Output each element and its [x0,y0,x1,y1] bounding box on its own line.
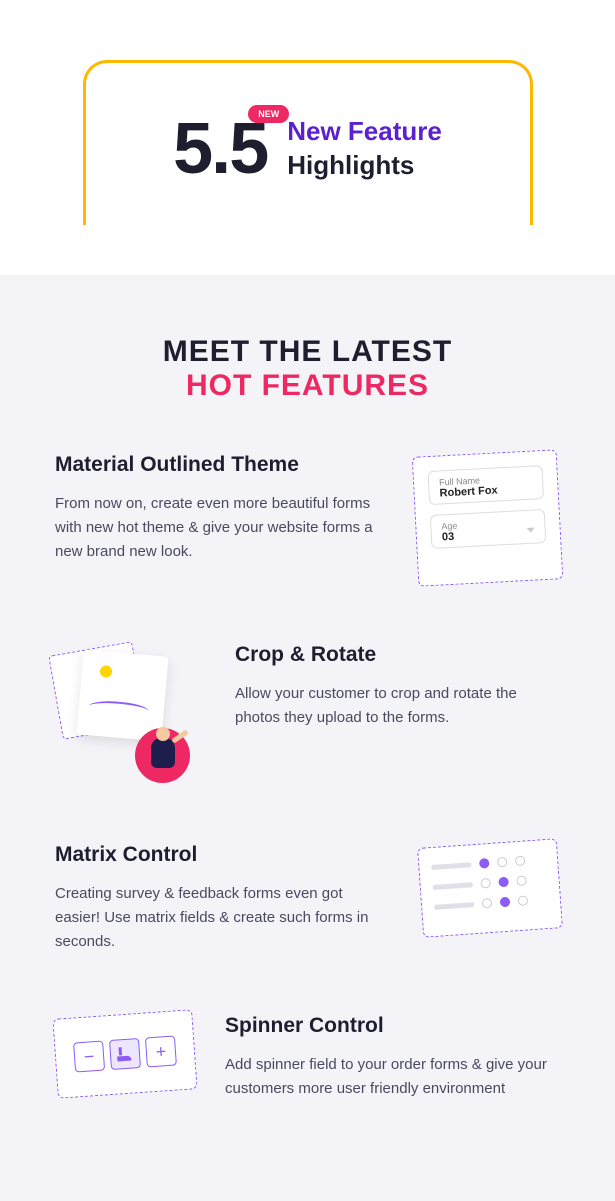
radio-icon [500,897,511,908]
version-wrap: 5.5 NEW [173,113,267,185]
feature-title: Material Outlined Theme [55,453,385,477]
radio-icon [482,898,493,909]
matrix-row [434,894,548,912]
minus-button-icon: − [73,1041,105,1073]
matrix-label-icon [433,882,473,890]
feature-title: Matrix Control [55,843,390,867]
feature-title: Spinner Control [225,1014,560,1038]
matrix-label-icon [434,902,474,910]
person-arm [171,729,189,743]
headline-line1: New Feature [287,115,442,149]
spinner-illustration: − + [52,1009,197,1099]
features-section: MEET THE LATEST HOT FEATURES Material Ou… [0,275,615,1201]
photo-frame-front [76,649,168,741]
shoe-icon [117,1046,134,1061]
feature-desc: Add spinner field to your order forms & … [225,1053,560,1101]
matrix-row [432,874,546,892]
person-icon [135,728,190,783]
form-illustration: Full Name Robert Fox Age 03 [412,449,564,586]
sun-icon [100,665,113,678]
feature-matrix-control: Matrix Control Creating survey & feedbac… [55,843,560,954]
wave-icon [88,699,149,718]
feature-material-theme: Material Outlined Theme From now on, cre… [55,453,560,583]
product-icon [109,1038,141,1070]
hero-section: 5.5 NEW New Feature Highlights [0,0,615,275]
radio-icon [480,878,491,889]
plus-button-icon: + [145,1035,177,1067]
feature-text: Spinner Control Add spinner field to you… [225,1014,560,1101]
version-number: 5.5 [173,113,267,185]
section-subtitle: HOT FEATURES [55,369,560,403]
radio-icon [479,858,490,869]
headline-line2: Highlights [287,149,442,183]
matrix-illustration [417,838,563,938]
chevron-down-icon [527,528,535,533]
radio-icon [498,877,509,888]
feature-text: Crop & Rotate Allow your customer to cro… [235,643,560,730]
radio-icon [516,875,527,886]
radio-icon [497,857,508,868]
hero-card: 5.5 NEW New Feature Highlights [83,60,533,225]
feature-desc: Creating survey & feedback forms even go… [55,882,390,954]
feature-text: Matrix Control Creating survey & feedbac… [55,843,390,954]
hero-headline: New Feature Highlights [287,115,442,183]
person-head [156,727,170,741]
new-badge: NEW [248,105,289,123]
feature-title: Crop & Rotate [235,643,560,667]
feature-crop-rotate: Crop & Rotate Allow your customer to cro… [55,643,560,783]
feature-spinner-control: − + Spinner Control Add spinner field to… [55,1014,560,1101]
person-body [151,738,175,768]
radio-icon [518,895,529,906]
matrix-label-icon [431,862,471,870]
form-field-age: Age 03 [430,509,547,549]
feature-desc: From now on, create even more beautiful … [55,492,385,564]
crop-illustration [55,643,205,783]
matrix-row [431,854,545,872]
feature-text: Material Outlined Theme From now on, cre… [55,453,385,564]
radio-icon [515,855,526,866]
form-field-fullname: Full Name Robert Fox [427,465,544,505]
feature-desc: Allow your customer to crop and rotate t… [235,682,560,730]
section-title: MEET THE LATEST [55,335,560,369]
